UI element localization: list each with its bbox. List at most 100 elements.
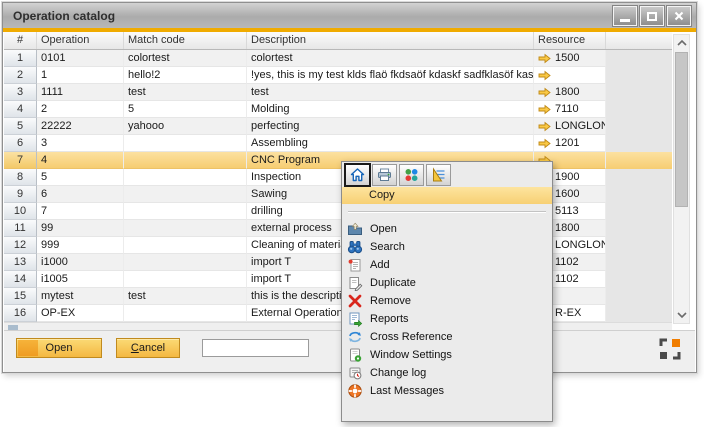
row-number[interactable]: 5 (4, 118, 37, 135)
menu-item-duplicate[interactable]: Duplicate (342, 274, 552, 292)
cell-filler (606, 305, 672, 322)
menu-item-open[interactable]: Open (342, 220, 552, 238)
cell-filler (606, 186, 672, 203)
vertical-scrollbar[interactable] (673, 34, 690, 324)
table-row[interactable]: 3 1111 test test 1800 (4, 84, 672, 101)
menu-item-add[interactable]: Add (342, 256, 552, 274)
menu-toolbar-button-colors[interactable] (399, 164, 424, 186)
cell-operation: 5 (37, 169, 124, 186)
link-arrow-icon[interactable] (538, 53, 551, 64)
table-row[interactable]: 13 i1000 import T 1102 (4, 254, 672, 271)
row-number[interactable]: 15 (4, 288, 37, 305)
column-header-num[interactable]: # (4, 32, 37, 49)
minimize-button[interactable] (613, 6, 637, 26)
column-header-description[interactable]: Description (247, 32, 534, 49)
cell-resource-value: LONGLONG (555, 118, 606, 134)
cell-match-code: yahooo (124, 118, 247, 135)
cell-filler (606, 84, 672, 101)
column-header-resource[interactable]: Resource (534, 32, 606, 49)
table-row[interactable]: 12 999 Cleaning of material l LONGLONG (4, 237, 672, 254)
cancel-button-label: Cancel (131, 342, 165, 354)
table-row[interactable]: 9 6 Sawing 1600 (4, 186, 672, 203)
menu-item-reports[interactable]: Reports (342, 310, 552, 328)
scroll-down-button[interactable] (674, 307, 689, 323)
column-header-match-code[interactable]: Match code (124, 32, 247, 49)
row-number[interactable]: 11 (4, 220, 37, 237)
close-button[interactable] (667, 6, 691, 26)
menu-item-cross-reference[interactable]: Cross Reference (342, 328, 552, 346)
cell-match-code (124, 305, 247, 322)
table-row[interactable]: 8 5 Inspection 1900 (4, 169, 672, 186)
cell-filler (606, 237, 672, 254)
row-number[interactable]: 10 (4, 203, 37, 220)
link-arrow-icon[interactable] (538, 70, 551, 81)
table-row[interactable]: 4 2 5 Molding 7110 (4, 101, 672, 118)
cell-filler (606, 152, 672, 169)
cell-description: !yes, this is my test klds flaö fkdsaöf … (247, 67, 534, 84)
table-row[interactable]: 16 OP-EX External Operation R-EX (4, 305, 672, 322)
cell-operation: mytest (37, 288, 124, 305)
cell-filler (606, 135, 672, 152)
link-arrow-icon[interactable] (538, 138, 551, 149)
row-number[interactable]: 8 (4, 169, 37, 186)
menu-item-last-messages[interactable]: Last Messages (342, 382, 552, 400)
link-arrow-icon[interactable] (538, 87, 551, 98)
table-row[interactable]: 6 3 Assembling 1201 (4, 135, 672, 152)
menu-item-remove[interactable]: Remove (342, 292, 552, 310)
chevron-up-icon (676, 39, 688, 47)
row-number[interactable]: 1 (4, 50, 37, 67)
link-arrow-icon[interactable] (538, 104, 551, 115)
add-icon (347, 257, 363, 273)
link-arrow-icon[interactable] (538, 121, 551, 132)
search-icon (347, 239, 363, 255)
vertical-scrollbar-thumb[interactable] (675, 52, 688, 207)
row-number[interactable]: 7 (4, 152, 37, 169)
cell-filler (606, 101, 672, 118)
menu-item-window-settings[interactable]: Window Settings (342, 346, 552, 364)
table-row[interactable]: 2 1 hello!2 !yes, this is my test klds f… (4, 67, 672, 84)
cell-resource-value: R-EX (555, 305, 581, 321)
cell-resource-value: 1102 (555, 271, 579, 287)
table-row[interactable]: 1 0101 colortest colortest 1500 (4, 50, 672, 67)
open-button[interactable]: Open (16, 338, 102, 358)
row-number[interactable]: 12 (4, 237, 37, 254)
table-row[interactable]: 15 mytest test this is the description (4, 288, 672, 305)
row-number[interactable]: 3 (4, 84, 37, 101)
table-row[interactable]: 10 7 drilling 5113 (4, 203, 672, 220)
menu-item-change-log[interactable]: Change log (342, 364, 552, 382)
row-number[interactable]: 14 (4, 271, 37, 288)
table-row[interactable]: 14 i1005 import T 1102 (4, 271, 672, 288)
menu-item-label: Change log (370, 367, 426, 379)
row-number[interactable]: 16 (4, 305, 37, 322)
cell-resource: 1800 (534, 84, 606, 101)
row-number[interactable]: 9 (4, 186, 37, 203)
cell-operation: OP-EX (37, 305, 124, 322)
menu-toolbar-button-print[interactable] (372, 164, 397, 186)
cancel-button[interactable]: Cancel (116, 338, 180, 358)
row-number[interactable]: 13 (4, 254, 37, 271)
cell-resource: LONGLONG (534, 118, 606, 135)
minimize-icon (620, 19, 630, 22)
row-number[interactable]: 2 (4, 67, 37, 84)
table-row[interactable]: 7 4 CNC Program (4, 152, 672, 169)
scroll-up-button[interactable] (674, 35, 689, 51)
filter-input[interactable] (202, 339, 309, 357)
menu-toolbar-button-home[interactable] (345, 164, 370, 186)
menu-item-search[interactable]: Search (342, 238, 552, 256)
table-row[interactable]: 5 22222 yahooo perfecting LONGLONG (4, 118, 672, 135)
column-header-operation[interactable]: Operation (37, 32, 124, 49)
table-header: # Operation Match code Description Resou… (4, 32, 672, 50)
horizontal-scrollbar[interactable] (4, 322, 672, 330)
form-settings-icon[interactable] (658, 337, 682, 361)
menu-toolbar-button-ruler[interactable] (426, 164, 451, 186)
column-header-filler (606, 32, 672, 49)
cell-operation: 1111 (37, 84, 124, 101)
menu-item-label: Add (370, 259, 390, 271)
row-number[interactable]: 4 (4, 101, 37, 118)
maximize-button[interactable] (640, 6, 664, 26)
cross-reference-icon (347, 329, 363, 345)
menu-item-copy[interactable]: Copy (342, 187, 552, 204)
row-number[interactable]: 6 (4, 135, 37, 152)
titlebar: Operation catalog (3, 3, 696, 28)
table-row[interactable]: 11 99 external process 1800 (4, 220, 672, 237)
